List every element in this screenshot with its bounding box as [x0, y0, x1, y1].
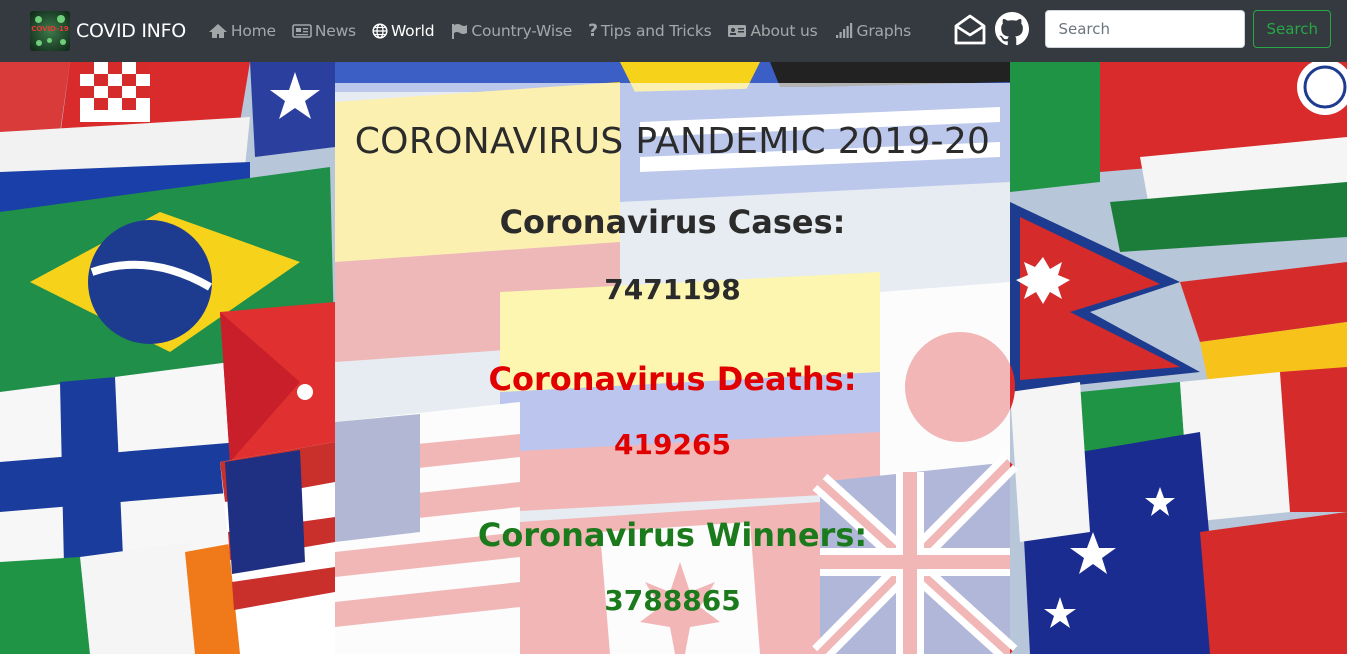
nav-about[interactable]: About us	[727, 22, 818, 40]
brand-link[interactable]: COVID-19 COVID INFO	[30, 11, 186, 51]
question-icon: ?	[588, 21, 598, 41]
signal-bars-icon	[834, 23, 854, 39]
envelope-open-icon[interactable]	[953, 12, 987, 46]
flag-icon	[450, 23, 468, 39]
nav-about-label: About us	[750, 22, 818, 40]
logo-text: COVID-19	[31, 25, 69, 33]
github-icon[interactable]	[995, 12, 1030, 46]
nav-tips-label: Tips and Tricks	[600, 22, 712, 40]
page-title: CORONAVIRUS PANDEMIC 2019-20	[354, 121, 991, 162]
winners-label: Coronavirus Winners:	[477, 516, 868, 554]
nav-graphs[interactable]: Graphs	[834, 22, 911, 40]
main-nav: Home News World Country-Wise ? Tips and …	[208, 21, 927, 41]
covid-logo: COVID-19	[30, 11, 70, 51]
nav-home[interactable]: Home	[208, 22, 276, 40]
cases-label: Coronavirus Cases:	[499, 203, 846, 241]
cases-value: 7471198	[604, 273, 741, 306]
search-input[interactable]	[1045, 10, 1246, 48]
nav-news-label: News	[314, 22, 356, 40]
brand-name: COVID INFO	[76, 20, 186, 42]
winners-value: 3788865	[604, 584, 741, 617]
nav-world-label: World	[390, 22, 435, 40]
globe-icon	[372, 23, 388, 39]
search-button[interactable]: Search	[1253, 10, 1331, 48]
nav-graphs-label: Graphs	[856, 22, 912, 40]
nav-world[interactable]: World	[372, 22, 435, 40]
navbar-tools: Search	[953, 10, 1331, 48]
id-card-icon	[727, 24, 747, 38]
deaths-label: Coronavirus Deaths:	[488, 360, 857, 398]
nav-country-wise[interactable]: Country-Wise	[450, 22, 572, 40]
nav-news[interactable]: News	[292, 22, 356, 40]
home-icon	[208, 23, 228, 39]
deaths-value: 419265	[614, 428, 731, 461]
top-navbar: COVID-19 COVID INFO Home News World Coun…	[0, 0, 1347, 62]
newspaper-icon	[292, 24, 312, 38]
stats-card: CORONAVIRUS PANDEMIC 2019-20 Coronavirus…	[335, 83, 1010, 654]
nav-country-wise-label: Country-Wise	[471, 22, 573, 40]
nav-tips[interactable]: ? Tips and Tricks	[588, 21, 712, 41]
nav-home-label: Home	[230, 22, 276, 40]
